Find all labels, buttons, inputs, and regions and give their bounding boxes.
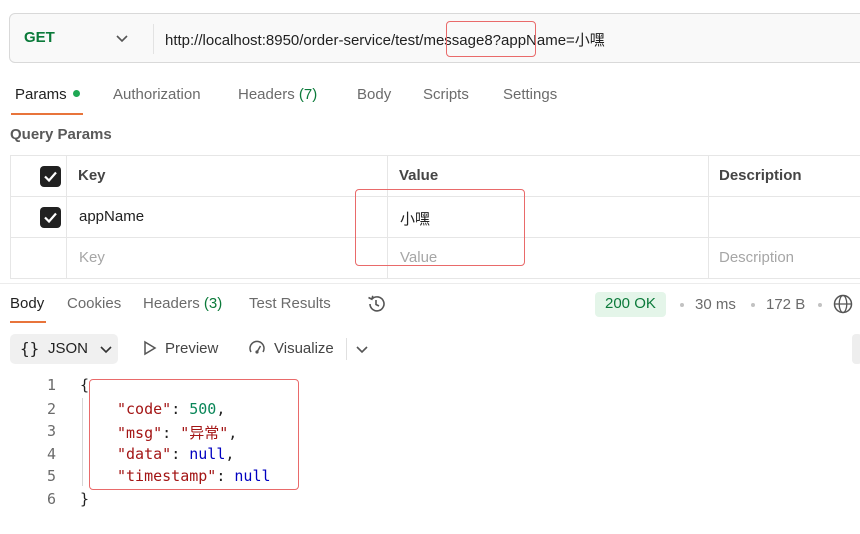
new-value-placeholder: Value bbox=[400, 249, 438, 266]
key-column-header: Key bbox=[78, 167, 106, 184]
json-key: "timestamp" bbox=[117, 467, 217, 485]
tab-response-headers-label: Headers bbox=[143, 295, 200, 312]
url-input[interactable]: http://localhost:8950/order-service/test… bbox=[165, 29, 605, 50]
tab-params-label: Params bbox=[15, 86, 67, 103]
meta-separator bbox=[751, 303, 755, 307]
panel-resize-handle[interactable] bbox=[852, 334, 860, 364]
tab-headers-count: (7) bbox=[298, 86, 318, 103]
line-number: 4 bbox=[46, 445, 56, 463]
braces-icon: {} bbox=[20, 339, 40, 358]
chevron-down-icon[interactable] bbox=[114, 30, 130, 46]
tab-params[interactable]: Params bbox=[15, 86, 80, 103]
param-description-cell[interactable] bbox=[709, 197, 860, 237]
url-divider bbox=[153, 24, 154, 54]
play-icon[interactable] bbox=[141, 339, 159, 357]
empty-check-cell bbox=[11, 238, 67, 278]
visualize-button[interactable]: Visualize bbox=[274, 340, 334, 357]
json-line: "data": null, bbox=[117, 445, 235, 463]
json-punct: , bbox=[228, 424, 238, 442]
param-value: 小嘿 bbox=[400, 211, 431, 228]
value-header-cell: Value bbox=[388, 156, 709, 196]
new-key-cell[interactable]: Key bbox=[67, 238, 388, 278]
line-number: 3 bbox=[46, 422, 56, 440]
tab-headers[interactable]: Headers (7) bbox=[238, 86, 317, 103]
description-column-header: Description bbox=[719, 167, 802, 184]
param-key-cell[interactable]: appName bbox=[67, 197, 388, 237]
json-value: 500 bbox=[189, 400, 217, 418]
response-divider bbox=[0, 283, 860, 284]
format-label: JSON bbox=[48, 340, 89, 357]
tab-authorization[interactable]: Authorization bbox=[113, 86, 201, 103]
tab-response-headers-count: (3) bbox=[203, 295, 223, 312]
status-badge[interactable]: 200 OK bbox=[595, 292, 666, 317]
meta-separator bbox=[680, 303, 684, 307]
tab-headers-label: Headers bbox=[238, 86, 295, 103]
json-open-brace: { bbox=[80, 376, 90, 394]
meta-separator bbox=[818, 303, 822, 307]
json-punct: , bbox=[225, 445, 235, 463]
response-tab-underline bbox=[10, 321, 46, 323]
param-enabled-checkbox[interactable] bbox=[40, 207, 61, 228]
param-key: appName bbox=[79, 208, 145, 225]
json-key: "code" bbox=[117, 400, 172, 418]
json-punct: , bbox=[216, 400, 226, 418]
check-icon bbox=[44, 212, 57, 224]
line-number: 2 bbox=[46, 400, 56, 418]
param-value-cell[interactable]: 小嘿 bbox=[388, 197, 709, 237]
key-header-cell: Key bbox=[67, 156, 388, 196]
tab-cookies[interactable]: Cookies bbox=[67, 295, 121, 312]
select-all-cell bbox=[11, 156, 67, 196]
new-description-placeholder: Description bbox=[719, 249, 795, 266]
globe-icon[interactable] bbox=[832, 293, 854, 315]
query-params-title: Query Params bbox=[10, 126, 112, 143]
chevron-down-icon bbox=[100, 346, 112, 354]
tab-response-headers[interactable]: Headers (3) bbox=[143, 295, 222, 312]
table-row: appName 小嘿 bbox=[11, 197, 860, 238]
format-select[interactable]: {} JSON bbox=[10, 334, 118, 364]
json-line: "msg": "异常", bbox=[117, 424, 238, 442]
params-active-dot bbox=[72, 90, 80, 97]
tab-body[interactable]: Body bbox=[357, 86, 391, 103]
line-number: 1 bbox=[46, 376, 56, 394]
indent-guide bbox=[82, 398, 83, 486]
active-tab-underline bbox=[11, 113, 83, 115]
query-params-table: Key Value Description appName 小嘿 Key Val… bbox=[10, 155, 860, 279]
tab-settings[interactable]: Settings bbox=[503, 86, 557, 103]
json-line: "timestamp": null bbox=[117, 467, 271, 485]
history-icon[interactable] bbox=[365, 293, 387, 315]
json-key: "data" bbox=[117, 445, 172, 463]
table-header-row: Key Value Description bbox=[11, 156, 860, 197]
tab-response-body[interactable]: Body bbox=[10, 295, 44, 312]
select-all-checkbox[interactable] bbox=[40, 166, 61, 187]
json-line: "code": 500, bbox=[117, 400, 226, 418]
line-number: 5 bbox=[46, 467, 56, 485]
method-select[interactable]: GET bbox=[24, 29, 55, 46]
json-value: "异常" bbox=[180, 424, 229, 442]
response-time[interactable]: 30 ms bbox=[695, 296, 736, 313]
value-column-header: Value bbox=[399, 167, 439, 184]
description-header-cell: Description bbox=[709, 156, 860, 196]
request-url-bar: GET http://localhost:8950/order-service/… bbox=[9, 13, 860, 63]
row-check-cell bbox=[11, 197, 67, 237]
json-value: null bbox=[189, 445, 226, 463]
chevron-down-icon[interactable] bbox=[354, 341, 370, 357]
new-description-cell[interactable]: Description bbox=[709, 238, 860, 278]
json-value: null bbox=[234, 467, 271, 485]
visualize-icon[interactable] bbox=[247, 339, 267, 359]
tab-scripts[interactable]: Scripts bbox=[423, 86, 469, 103]
tab-test-results[interactable]: Test Results bbox=[249, 295, 331, 312]
preview-button[interactable]: Preview bbox=[165, 340, 218, 357]
new-value-cell[interactable]: Value bbox=[388, 238, 709, 278]
table-row-new: Key Value Description bbox=[11, 238, 860, 279]
json-key: "msg" bbox=[117, 424, 163, 442]
line-number: 6 bbox=[46, 490, 56, 508]
toolbar-divider bbox=[346, 338, 347, 360]
check-icon bbox=[44, 171, 57, 183]
response-size[interactable]: 172 B bbox=[766, 296, 805, 313]
new-key-placeholder: Key bbox=[79, 249, 105, 266]
json-close-brace: } bbox=[80, 490, 90, 508]
